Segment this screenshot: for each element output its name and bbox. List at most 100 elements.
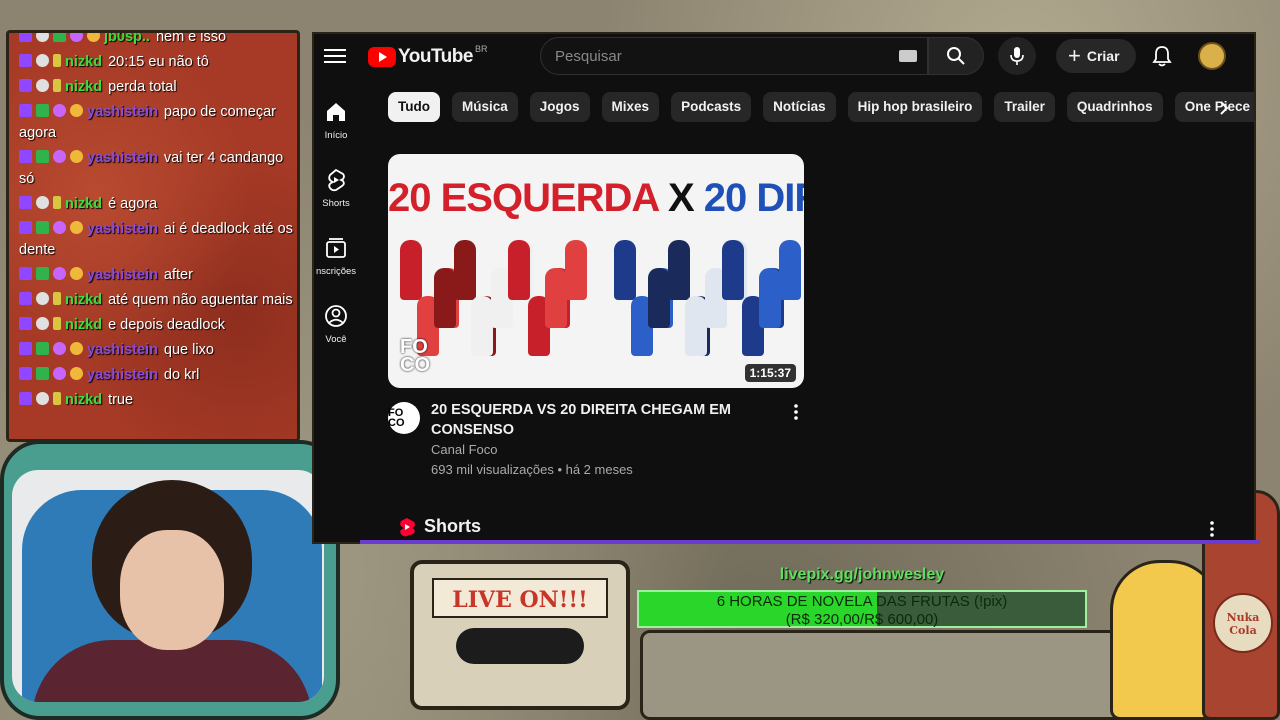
- vip-badge-icon: [36, 196, 49, 209]
- home-icon: [327, 103, 345, 121]
- sidebar-item-subscriptions[interactable]: nscrições: [314, 230, 358, 298]
- chip-notícias[interactable]: Notícias: [763, 92, 836, 122]
- thumbnail-person: [668, 240, 690, 300]
- chat-username[interactable]: yashistein: [87, 367, 158, 383]
- sidebar-item-label: Você: [325, 334, 347, 345]
- twitch-badge-icon: [19, 317, 32, 330]
- thumbnail-person: [400, 240, 422, 300]
- chat-message: nizkd até quem não aguentar mais: [19, 290, 297, 311]
- video-card[interactable]: 20 ESQUERDA X 20 DIREITA FO CO 1:15:37 F…: [388, 154, 804, 480]
- chip-scroll-right-button[interactable]: [1212, 96, 1236, 120]
- chat-username[interactable]: nizkd: [65, 317, 102, 333]
- donation-goal-text: 6 HORAS DE NOVELA DAS FRUTAS (!pix) (R$ …: [639, 593, 1085, 629]
- chat-username[interactable]: nizkd: [65, 292, 102, 308]
- sidebar-item-you[interactable]: Você: [314, 298, 358, 366]
- sword-badge-icon: [53, 392, 61, 405]
- category-chips: Tudo Música Jogos Mixes Podcasts Notícias Hip …: [388, 92, 1254, 124]
- thumbnail-person: [508, 240, 530, 300]
- sidebar-item-home[interactable]: Início: [314, 94, 358, 162]
- chat-username[interactable]: yashistein: [87, 150, 158, 166]
- chip-música[interactable]: Música: [451, 92, 518, 122]
- more-vertical-icon: [794, 404, 798, 420]
- chat-username[interactable]: yashistein: [87, 342, 158, 358]
- channel-avatar[interactable]: FO CO: [388, 402, 420, 434]
- chat-username[interactable]: jb0sp..: [104, 33, 150, 45]
- search-box: [540, 37, 928, 75]
- menu-icon[interactable]: [324, 46, 346, 64]
- check-badge-icon: [36, 367, 49, 380]
- search-button[interactable]: [928, 37, 984, 75]
- keyboard-icon[interactable]: [899, 50, 917, 62]
- channel-name[interactable]: Canal Foco: [431, 442, 497, 457]
- sub-badge-icon: [53, 367, 66, 380]
- chip-mixes[interactable]: Mixes: [601, 92, 660, 122]
- check-badge-icon: [53, 33, 66, 42]
- chat-username[interactable]: yashistein: [87, 267, 158, 283]
- donation-goal-amount: (R$ 320,00/R$ 600,00): [785, 611, 939, 628]
- video-duration: 1:15:37: [744, 364, 796, 382]
- chevron-right-icon: [1220, 101, 1229, 115]
- thumbnail-title-left: 20 ESQUERDA: [388, 176, 659, 220]
- chip-tudo[interactable]: Tudo: [388, 92, 440, 122]
- bottle-label: Nuka Cola: [1213, 593, 1273, 653]
- emote-badge-icon: [70, 267, 83, 280]
- microphone-icon: [1010, 47, 1024, 65]
- chip-trailer[interactable]: Trailer: [994, 92, 1055, 122]
- vip-badge-icon: [36, 33, 49, 42]
- sidebar-item-shorts[interactable]: Shorts: [314, 162, 358, 230]
- emote-badge-icon: [70, 367, 83, 380]
- video-title[interactable]: 20 ESQUERDA VS 20 DIREITA CHEGAM EM CONS…: [431, 400, 751, 440]
- chip-jogos[interactable]: Jogos: [529, 92, 590, 122]
- twitch-badge-icon: [19, 150, 32, 163]
- youtube-logo[interactable]: YouTube BR: [368, 44, 487, 68]
- chip-quadrinhos[interactable]: Quadrinhos: [1066, 92, 1163, 122]
- shorts-more-options-button[interactable]: [1204, 518, 1220, 540]
- search-input[interactable]: [555, 38, 885, 74]
- thumbnail-title: 20 ESQUERDA X 20 DIREITA: [388, 176, 804, 221]
- sub-badge-icon: [53, 150, 66, 163]
- thumbnail-title-right: 20 DIREITA: [703, 176, 804, 220]
- notifications-button[interactable]: [1148, 42, 1176, 70]
- vip-badge-icon: [36, 392, 49, 405]
- chat-username[interactable]: nizkd: [65, 392, 102, 408]
- twitch-badge-icon: [19, 342, 32, 355]
- you-icon: [325, 305, 347, 327]
- sidebar-item-label: Shorts: [322, 198, 350, 209]
- twitch-badge-icon: [19, 292, 32, 305]
- chat-username[interactable]: yashistein: [87, 104, 158, 120]
- chat-username[interactable]: yashistein: [87, 221, 158, 237]
- chip-podcasts[interactable]: Podcasts: [671, 92, 752, 122]
- chat-text: e depois deadlock: [108, 317, 225, 333]
- machine-decoration: [640, 630, 1160, 720]
- chat-message: yashistein vai ter 4 candango só: [19, 148, 297, 190]
- check-badge-icon: [36, 221, 49, 234]
- search-icon: [947, 47, 965, 65]
- chat-message: nizkd perda total: [19, 77, 297, 98]
- chip-hip-hop-brasileiro[interactable]: Hip hop brasileiro: [847, 92, 983, 122]
- voice-search-button[interactable]: [998, 37, 1036, 75]
- account-avatar[interactable]: [1198, 42, 1226, 70]
- chat-username[interactable]: nizkd: [65, 196, 102, 212]
- chat-text: é agora: [108, 196, 158, 212]
- video-more-options-button[interactable]: [788, 402, 804, 422]
- chat-username[interactable]: nizkd: [65, 79, 102, 95]
- emote-badge-icon: [70, 342, 83, 355]
- twitch-badge-icon: [19, 104, 32, 117]
- twitch-badge-icon: [19, 79, 32, 92]
- more-vertical-icon: [1210, 521, 1214, 537]
- youtube-header: YouTube BR + Criar: [314, 34, 1254, 78]
- video-thumbnail[interactable]: 20 ESQUERDA X 20 DIREITA FO CO 1:15:37: [388, 154, 804, 388]
- donation-link: livepix.gg/johnwesley: [779, 566, 945, 583]
- create-button[interactable]: + Criar: [1056, 39, 1136, 73]
- chat-username[interactable]: nizkd: [65, 54, 102, 70]
- chat-message: yashistein do krl: [19, 365, 297, 386]
- check-badge-icon: [36, 150, 49, 163]
- chat-panel: jb0sp.. nem e isso nizkd 20:15 eu não tô niz…: [6, 30, 300, 442]
- sub-badge-icon: [53, 221, 66, 234]
- chat-message: nizkd é agora: [19, 194, 297, 215]
- chat-message: nizkd e depois deadlock: [19, 315, 297, 336]
- plus-icon: +: [1068, 43, 1081, 68]
- thumbnail-person: [545, 268, 567, 328]
- emote-badge-icon: [70, 104, 83, 117]
- donation-goal-title: 6 HORAS DE NOVELA DAS FRUTAS (!pix): [716, 593, 1008, 610]
